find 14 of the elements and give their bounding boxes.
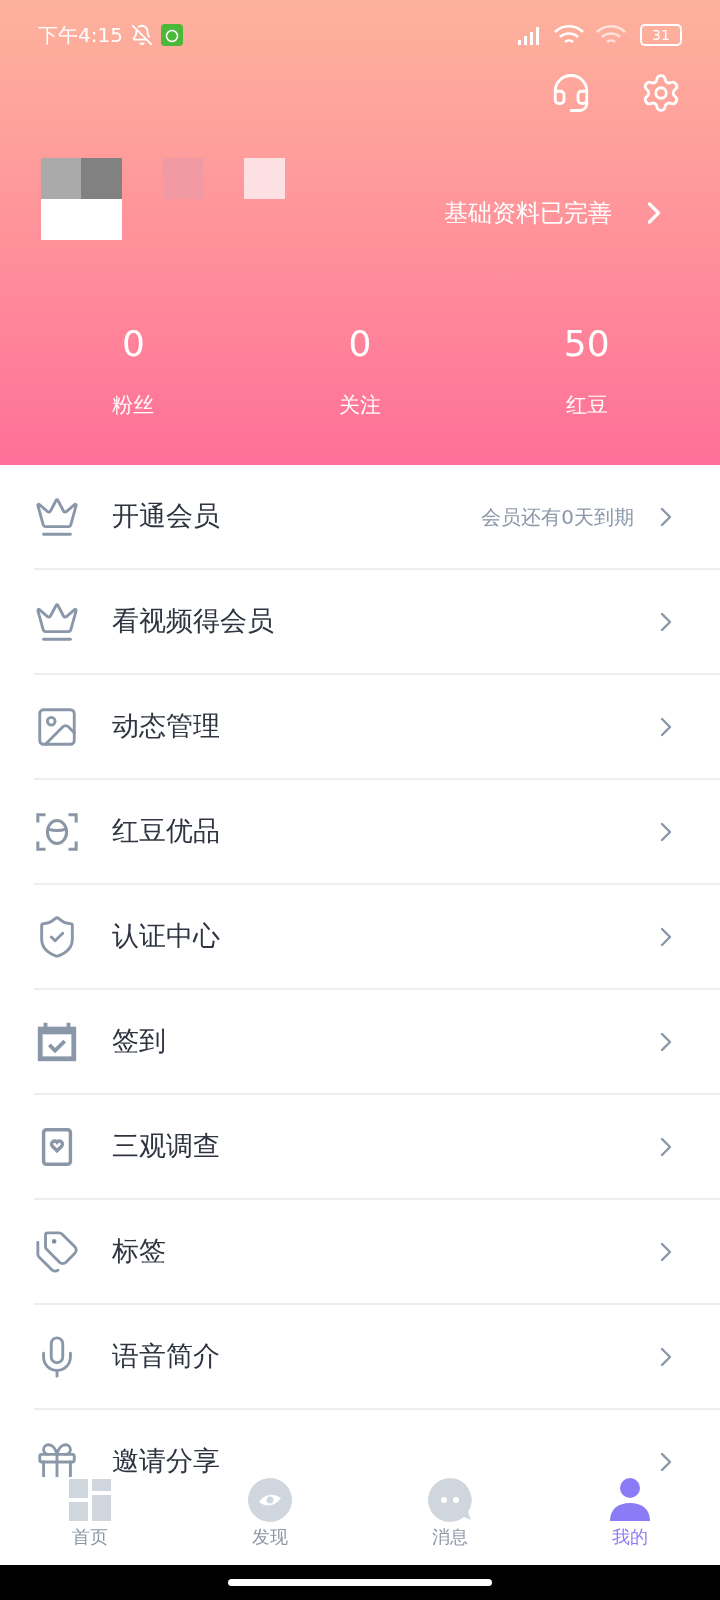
menu-item[interactable]: 红豆优品 <box>34 780 720 885</box>
menu-item[interactable]: 签到 <box>34 990 720 1095</box>
bell-off-icon <box>130 24 153 46</box>
menu-item[interactable]: 认证中心 <box>34 885 720 990</box>
battery-icon: 31 <box>640 24 682 46</box>
menu-item[interactable]: 看视频得会员 <box>34 570 720 675</box>
menu-item[interactable]: 开通会员 会员还有0天到期 <box>34 465 720 570</box>
menu-item[interactable]: 三观调查 <box>34 1095 720 1200</box>
status-time: 下午4:15 <box>38 22 123 49</box>
menu-item[interactable]: 语音简介 <box>34 1305 720 1410</box>
menu-item[interactable]: 标签 <box>34 1200 720 1305</box>
tags-icon <box>34 1228 80 1275</box>
app-notification-icon <box>160 24 183 46</box>
menu-item[interactable]: 动态管理 <box>34 675 720 780</box>
